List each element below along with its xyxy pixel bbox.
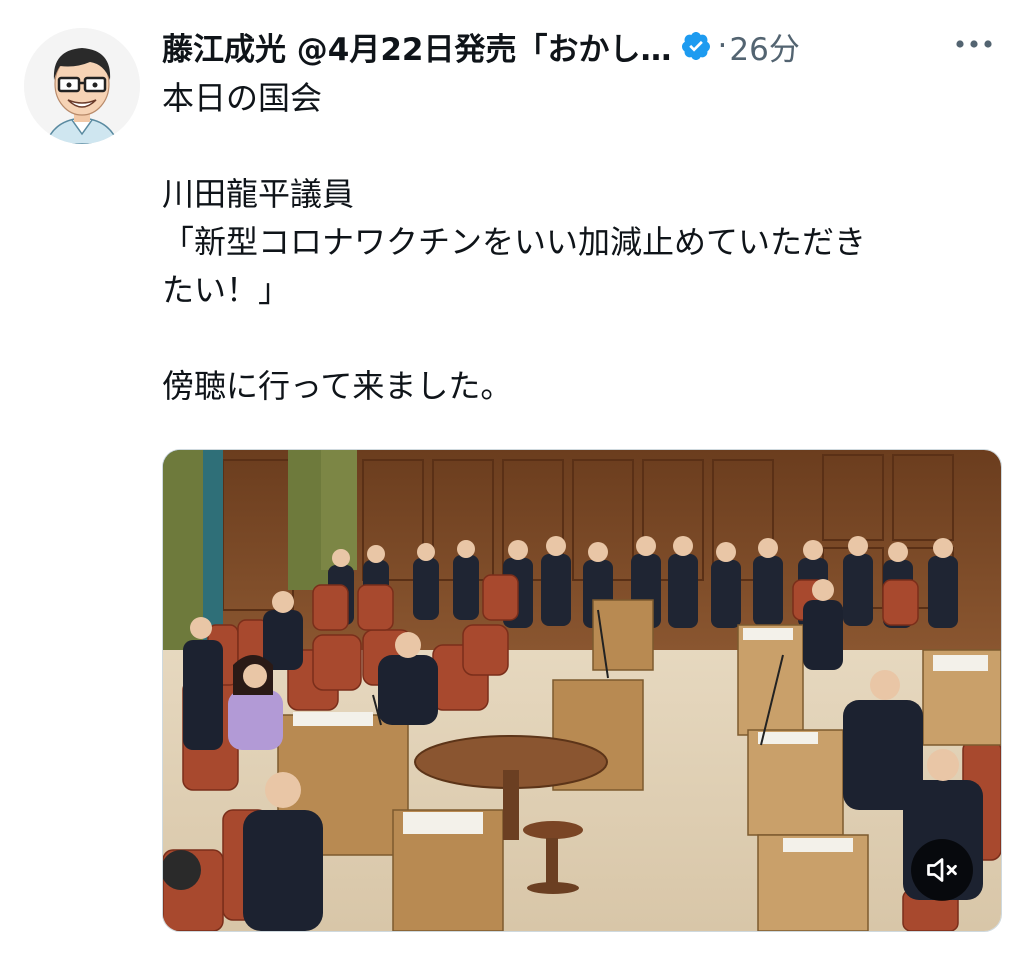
verified-badge-icon (680, 30, 712, 62)
mute-toggle-button[interactable] (911, 839, 973, 901)
tweet-text-line: 川田龍平議員 (162, 175, 355, 213)
tweet-timestamp[interactable]: 26分 (729, 24, 799, 69)
tweet-text-line: 本日の国会 (162, 79, 323, 117)
tweet-header: 藤江成光 @4月22日発売「おかし… · 26分 (162, 22, 994, 70)
parliament-scene-image (163, 450, 1001, 931)
tweet-text-line: たい！」 (162, 271, 291, 309)
more-options-icon[interactable] (954, 28, 994, 60)
tweet-text-blank-line (162, 122, 992, 170)
tweet-text-blank-line (162, 314, 992, 362)
cartoon-avatar-icon (24, 28, 140, 144)
author-avatar[interactable] (24, 28, 140, 144)
author-display-name[interactable]: 藤江成光 @4月22日発売「おかし… (162, 24, 672, 69)
tweet-video[interactable] (162, 449, 1002, 932)
tweet-text: 本日の国会 川田龍平議員 「新型コロナワクチンをいい加減止めていただき たい！」… (162, 74, 992, 410)
tweet-text-line: 傍聴に行って来ました。 (162, 367, 513, 405)
muted-speaker-icon (927, 858, 957, 882)
header-separator: · (717, 28, 728, 64)
tweet-text-line: 「新型コロナワクチンをいい加減止めていただき (162, 223, 867, 261)
